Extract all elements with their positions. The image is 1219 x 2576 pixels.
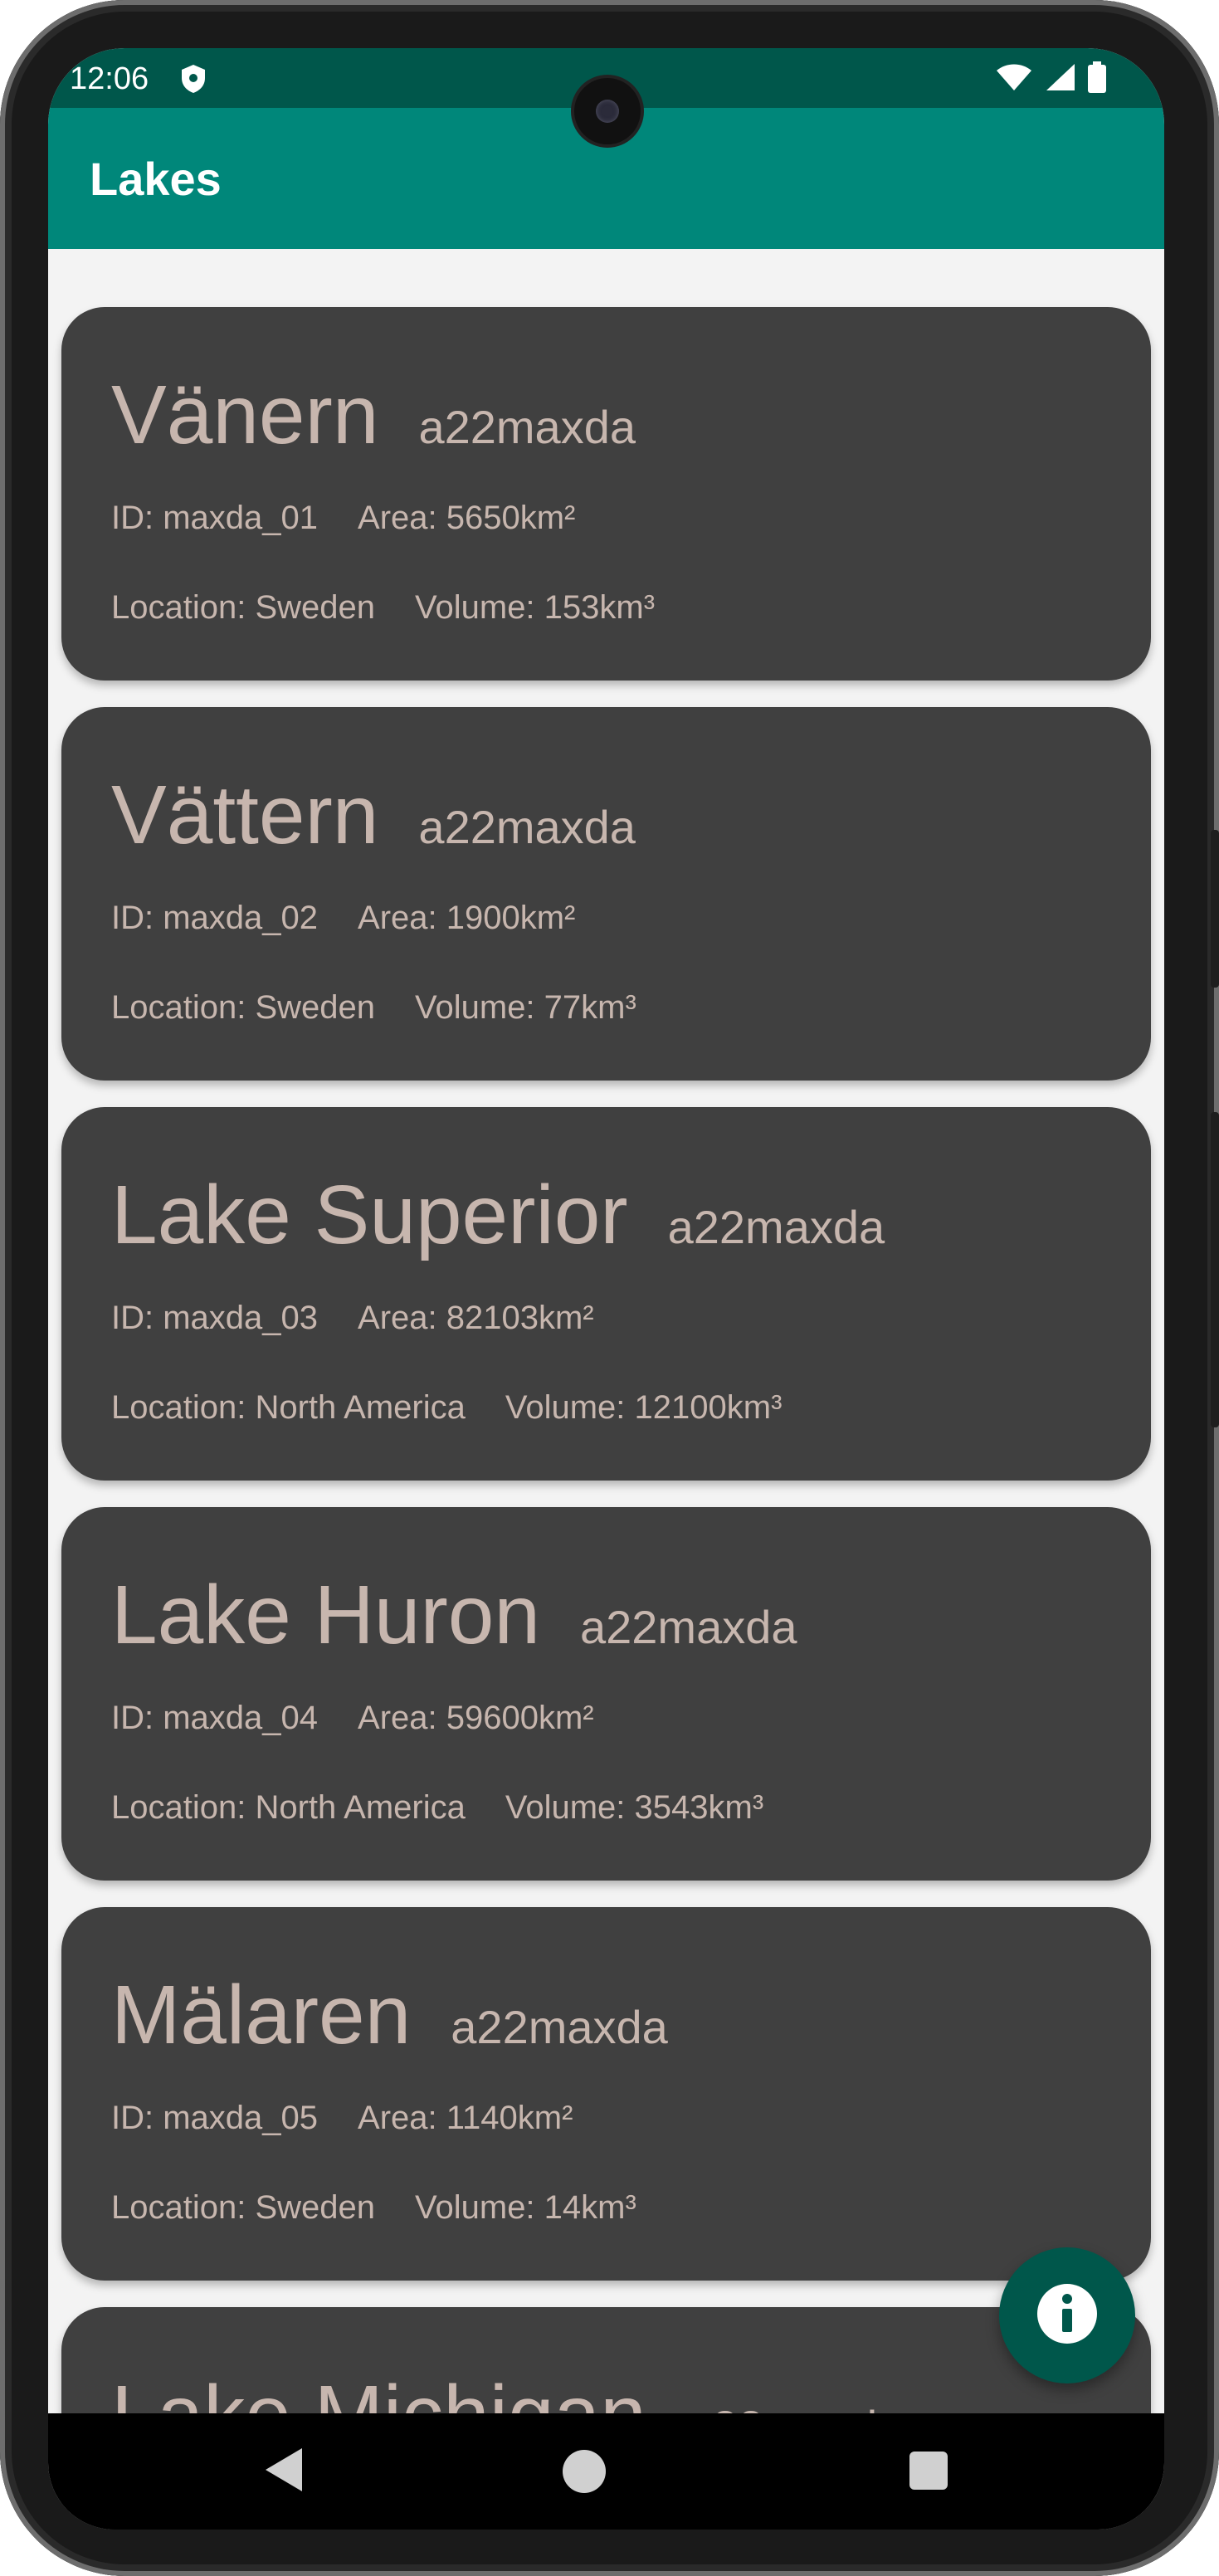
lake-location: Location: Sweden: [111, 989, 376, 1026]
lake-user: a22maxda: [667, 1201, 885, 1253]
lake-area: Area: 59600km²: [358, 1700, 594, 1736]
lake-volume: Volume: 77km³: [415, 989, 636, 1026]
lake-area: Area: 5650km²: [358, 500, 576, 536]
side-button-volume: [1211, 1112, 1219, 1427]
lake-card[interactable]: Vänern a22maxda ID: maxda_01 Area: 5650k…: [61, 307, 1151, 681]
cellular-signal-icon: [1045, 62, 1076, 96]
lake-user: a22maxda: [451, 2001, 668, 2053]
screen: 12:06 Lakes Vänern a22maxda ID: maxda_01…: [48, 48, 1164, 2530]
lake-name: Mälaren: [111, 1969, 412, 2061]
lake-card[interactable]: Lake Huron a22maxda ID: maxda_04 Area: 5…: [61, 1507, 1151, 1881]
battery-icon: [1088, 61, 1106, 97]
info-icon: [1036, 2282, 1099, 2349]
lake-id: ID: maxda_03: [111, 1300, 319, 1336]
lake-user: a22maxda: [418, 401, 636, 453]
lake-id: ID: maxda_02: [111, 900, 319, 936]
lake-name: Vättern: [111, 768, 379, 861]
lake-location: Location: North America: [111, 1389, 466, 1426]
lake-name: Vänern: [111, 368, 379, 461]
wifi-icon: [995, 62, 1033, 96]
lake-volume: Volume: 153km³: [415, 589, 656, 626]
shield-icon: [179, 63, 207, 99]
front-camera: [574, 78, 641, 144]
lake-id: ID: maxda_04: [111, 1700, 319, 1736]
lake-user: a22maxda: [418, 801, 636, 853]
lake-area: Area: 1140km²: [358, 2100, 573, 2136]
lake-location: Location: Sweden: [111, 589, 376, 626]
lake-name: Lake Superior: [111, 1168, 628, 1261]
lake-card[interactable]: Mälaren a22maxda ID: maxda_05 Area: 1140…: [61, 1907, 1151, 2281]
side-button-power: [1211, 830, 1219, 988]
lake-id: ID: maxda_01: [111, 500, 319, 536]
lake-location: Location: North America: [111, 1789, 466, 1826]
status-time: 12:06: [70, 61, 149, 96]
lake-volume: Volume: 3543km³: [505, 1789, 764, 1826]
navigation-bar: [48, 2413, 1164, 2530]
lake-location: Location: Sweden: [111, 2189, 376, 2226]
lake-user: a22maxda: [580, 1601, 797, 1653]
lake-volume: Volume: 14km³: [415, 2189, 636, 2226]
back-icon[interactable]: [262, 2447, 304, 2497]
info-fab-button[interactable]: [999, 2247, 1135, 2383]
lake-name: Lake Huron: [111, 1569, 540, 1661]
lake-id: ID: maxda_05: [111, 2100, 319, 2136]
recents-icon[interactable]: [909, 2452, 948, 2490]
home-icon[interactable]: [563, 2450, 606, 2493]
lake-card[interactable]: Lake Superior a22maxda ID: maxda_03 Area…: [61, 1107, 1151, 1481]
page-title: Lakes: [90, 152, 222, 205]
lake-area: Area: 1900km²: [358, 900, 576, 936]
lake-card[interactable]: Vättern a22maxda ID: maxda_02 Area: 1900…: [61, 707, 1151, 1081]
lake-volume: Volume: 12100km³: [505, 1389, 783, 1426]
status-icons: [995, 61, 1106, 97]
lake-area: Area: 82103km²: [358, 1300, 594, 1336]
